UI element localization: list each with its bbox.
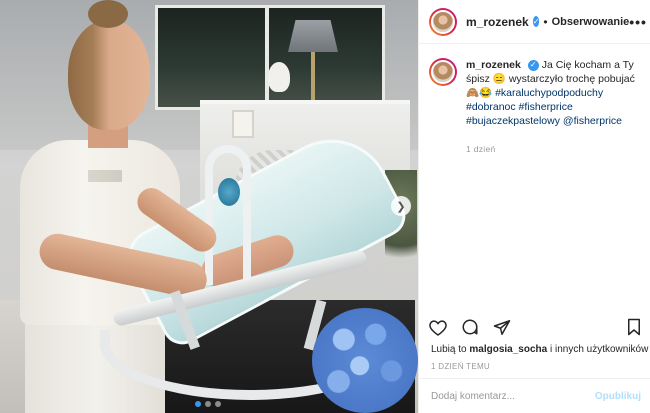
avatar-image — [431, 9, 455, 34]
hair-bun — [88, 0, 128, 28]
likes-summary: Lubią to malgosia_socha i innych użytkow… — [431, 344, 648, 355]
hashtag-link[interactable]: #karaluchypodpoduchy — [495, 87, 603, 99]
comment-icon[interactable] — [461, 318, 479, 336]
likes-suffix[interactable]: i innych użytkowników — [550, 344, 648, 355]
carousel-dot — [205, 401, 211, 407]
more-options-icon[interactable]: ••• — [629, 14, 647, 30]
mention-link[interactable]: @fisherprice — [563, 115, 622, 127]
hanging-toy — [218, 178, 240, 206]
vase — [268, 62, 290, 92]
avatar[interactable] — [429, 7, 457, 36]
woman-head — [68, 20, 150, 130]
caption-username-link[interactable]: m_rozenek — [466, 59, 521, 71]
verified-badge-icon: ✓ — [527, 59, 539, 71]
window-mullion — [265, 5, 269, 113]
heart-icon[interactable] — [429, 319, 447, 336]
carousel-dot-active — [195, 401, 201, 407]
avatar-image — [431, 60, 455, 84]
hashtag-link[interactable]: #fisherprice — [519, 101, 573, 113]
post-comment-button[interactable]: Opublikuj — [595, 391, 641, 402]
comment-box: Opublikuj — [419, 378, 650, 413]
username-link[interactable]: m_rozenek — [466, 15, 529, 29]
tshirt-print — [88, 170, 122, 182]
carousel-dots — [195, 401, 221, 407]
toy-arch — [205, 145, 251, 285]
verified-badge-icon: ✓ — [532, 16, 540, 27]
hydrangea-flowers — [312, 308, 418, 413]
lamp-shade — [288, 20, 338, 52]
hashtag-link[interactable]: #bujaczekpastelowy — [466, 115, 560, 127]
chevron-right-icon: ❯ — [396, 200, 406, 213]
post-date[interactable]: 1 DZIEŃ TEMU — [431, 362, 490, 371]
likes-prefix: Lubią to — [431, 344, 467, 355]
caption: m_rozenek ✓ Ja Cię kocham a Ty śpisz 😑 w… — [419, 44, 650, 156]
action-bar — [429, 318, 641, 336]
post-side-panel: m_rozenek ✓ • Obserwowanie ••• m_rozenek… — [418, 0, 650, 413]
post-photo[interactable]: ❯ — [0, 0, 418, 413]
background-window — [155, 5, 385, 110]
lamp-stem — [311, 52, 315, 102]
post-header: m_rozenek ✓ • Obserwowanie ••• — [419, 0, 650, 44]
bookmark-icon[interactable] — [627, 318, 641, 336]
carousel-dot — [215, 401, 221, 407]
caption-body: m_rozenek ✓ Ja Cię kocham a Ty śpisz 😑 w… — [466, 58, 638, 156]
next-photo-button[interactable]: ❯ — [391, 196, 411, 216]
following-button[interactable]: Obserwowanie — [552, 16, 630, 28]
hashtag-link[interactable]: #dobranoc — [466, 101, 516, 113]
comment-input[interactable] — [431, 390, 595, 402]
likes-user-link[interactable]: malgosia_socha — [469, 344, 547, 355]
share-icon[interactable] — [493, 319, 511, 336]
caption-timestamp[interactable]: 1 dzień — [466, 142, 638, 156]
caption-avatar[interactable] — [429, 58, 457, 86]
picture-frame — [232, 110, 254, 138]
header-separator: • — [543, 14, 548, 29]
